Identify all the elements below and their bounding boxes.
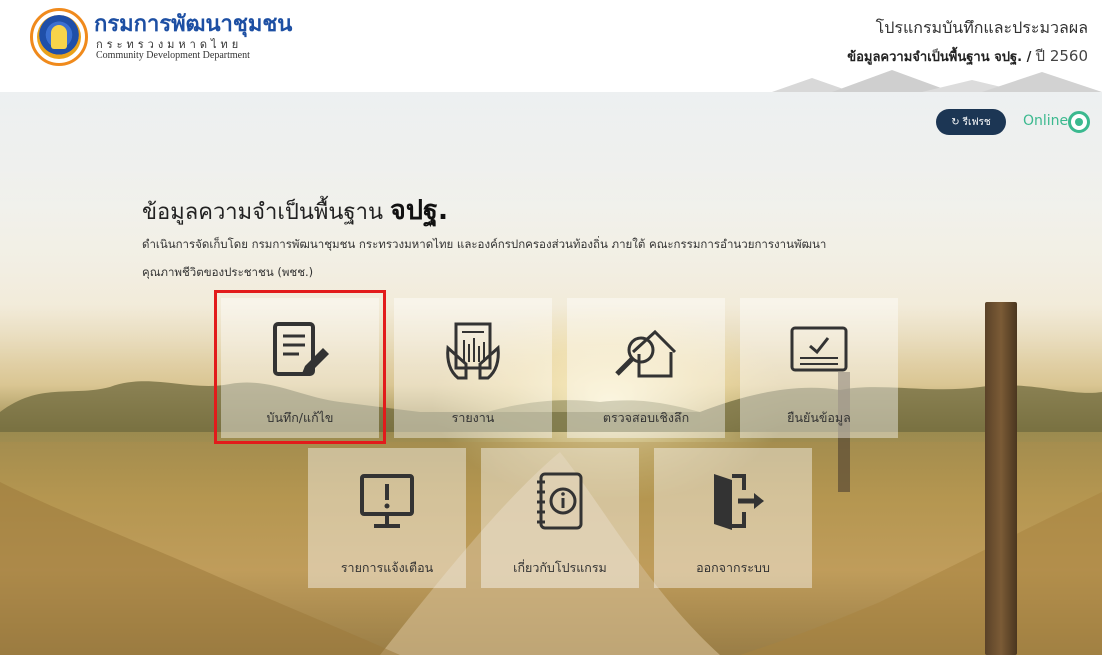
menu-tile-label: ตรวจสอบเชิงลึก <box>602 410 690 425</box>
department-logo <box>30 8 88 66</box>
alert-monitor-icon <box>360 474 414 528</box>
program-title: โปรแกรมบันทึกและประมวลผล <box>875 18 1088 37</box>
online-status-icon <box>1068 111 1090 133</box>
house-roofs-decoration <box>772 70 1102 92</box>
header-bar: กรมการพัฒนาชุมชน กระทรวงมหาดไทย Communit… <box>0 0 1102 92</box>
menu-tile-label: ออกจากระบบ <box>696 560 770 575</box>
description-line-2: คุณภาพชีวิตของประชาชน (พชช.) <box>142 265 314 279</box>
headline-bold: จปฐ. <box>390 195 449 226</box>
menu-tile-logout[interactable]: ออกจากระบบ <box>654 448 812 588</box>
report-icon <box>446 322 500 380</box>
logout-icon <box>714 474 764 530</box>
description-line-1: ดำเนินการจัดเก็บโดย กรมการพัฒนาชุมชน กระ… <box>142 237 827 251</box>
menu-tile-confirm-data[interactable]: ยืนยันข้อมูล <box>740 298 898 438</box>
page-headline: ข้อมูลความจำเป็นพื้นฐาน จปฐ. <box>142 188 448 231</box>
refresh-label: รีเฟรช <box>962 116 991 128</box>
program-subtitle: ข้อมูลความจำเป็นพื้นฐาน จปฐ. / ปี 2560 <box>847 44 1088 68</box>
menu-tile-label: รายการแจ้งเตือน <box>340 560 434 575</box>
menu-tile-deep-inspection[interactable]: ตรวจสอบเชิงลึก <box>567 298 725 438</box>
menu-tile-about[interactable]: เกี่ยวกับโปรแกรม <box>481 448 639 588</box>
menu-tile-report[interactable]: รายงาน <box>394 298 552 438</box>
headline-text: ข้อมูลความจำเป็นพื้นฐาน <box>142 200 384 225</box>
confirm-icon <box>790 326 848 372</box>
program-subtitle-text: ข้อมูลความจำเป็นพื้นฐาน จปฐ. / <box>847 50 1032 65</box>
refresh-icon: ↻ <box>951 116 960 128</box>
info-notebook-icon <box>537 472 583 530</box>
menu-tile-label: รายงาน <box>451 410 495 425</box>
online-status-label: Online <box>1023 113 1069 129</box>
hero-background: ↻ รีเฟรช Online ข้อมูลความจำเป็นพื้นฐาน … <box>0 92 1102 655</box>
selection-highlight <box>214 290 386 444</box>
refresh-button[interactable]: ↻ รีเฟรช <box>936 109 1006 135</box>
menu-tile-label: เกี่ยวกับโปรแกรม <box>513 560 607 575</box>
inspect-house-icon <box>615 329 677 378</box>
fence-post-decoration <box>985 302 1017 655</box>
org-name-en: Community Development Department <box>96 50 250 61</box>
year-label: ปี 2560 <box>1035 47 1088 65</box>
menu-tile-label: ยืนยันข้อมูล <box>787 410 851 425</box>
menu-tile-alerts[interactable]: รายการแจ้งเตือน <box>308 448 466 588</box>
